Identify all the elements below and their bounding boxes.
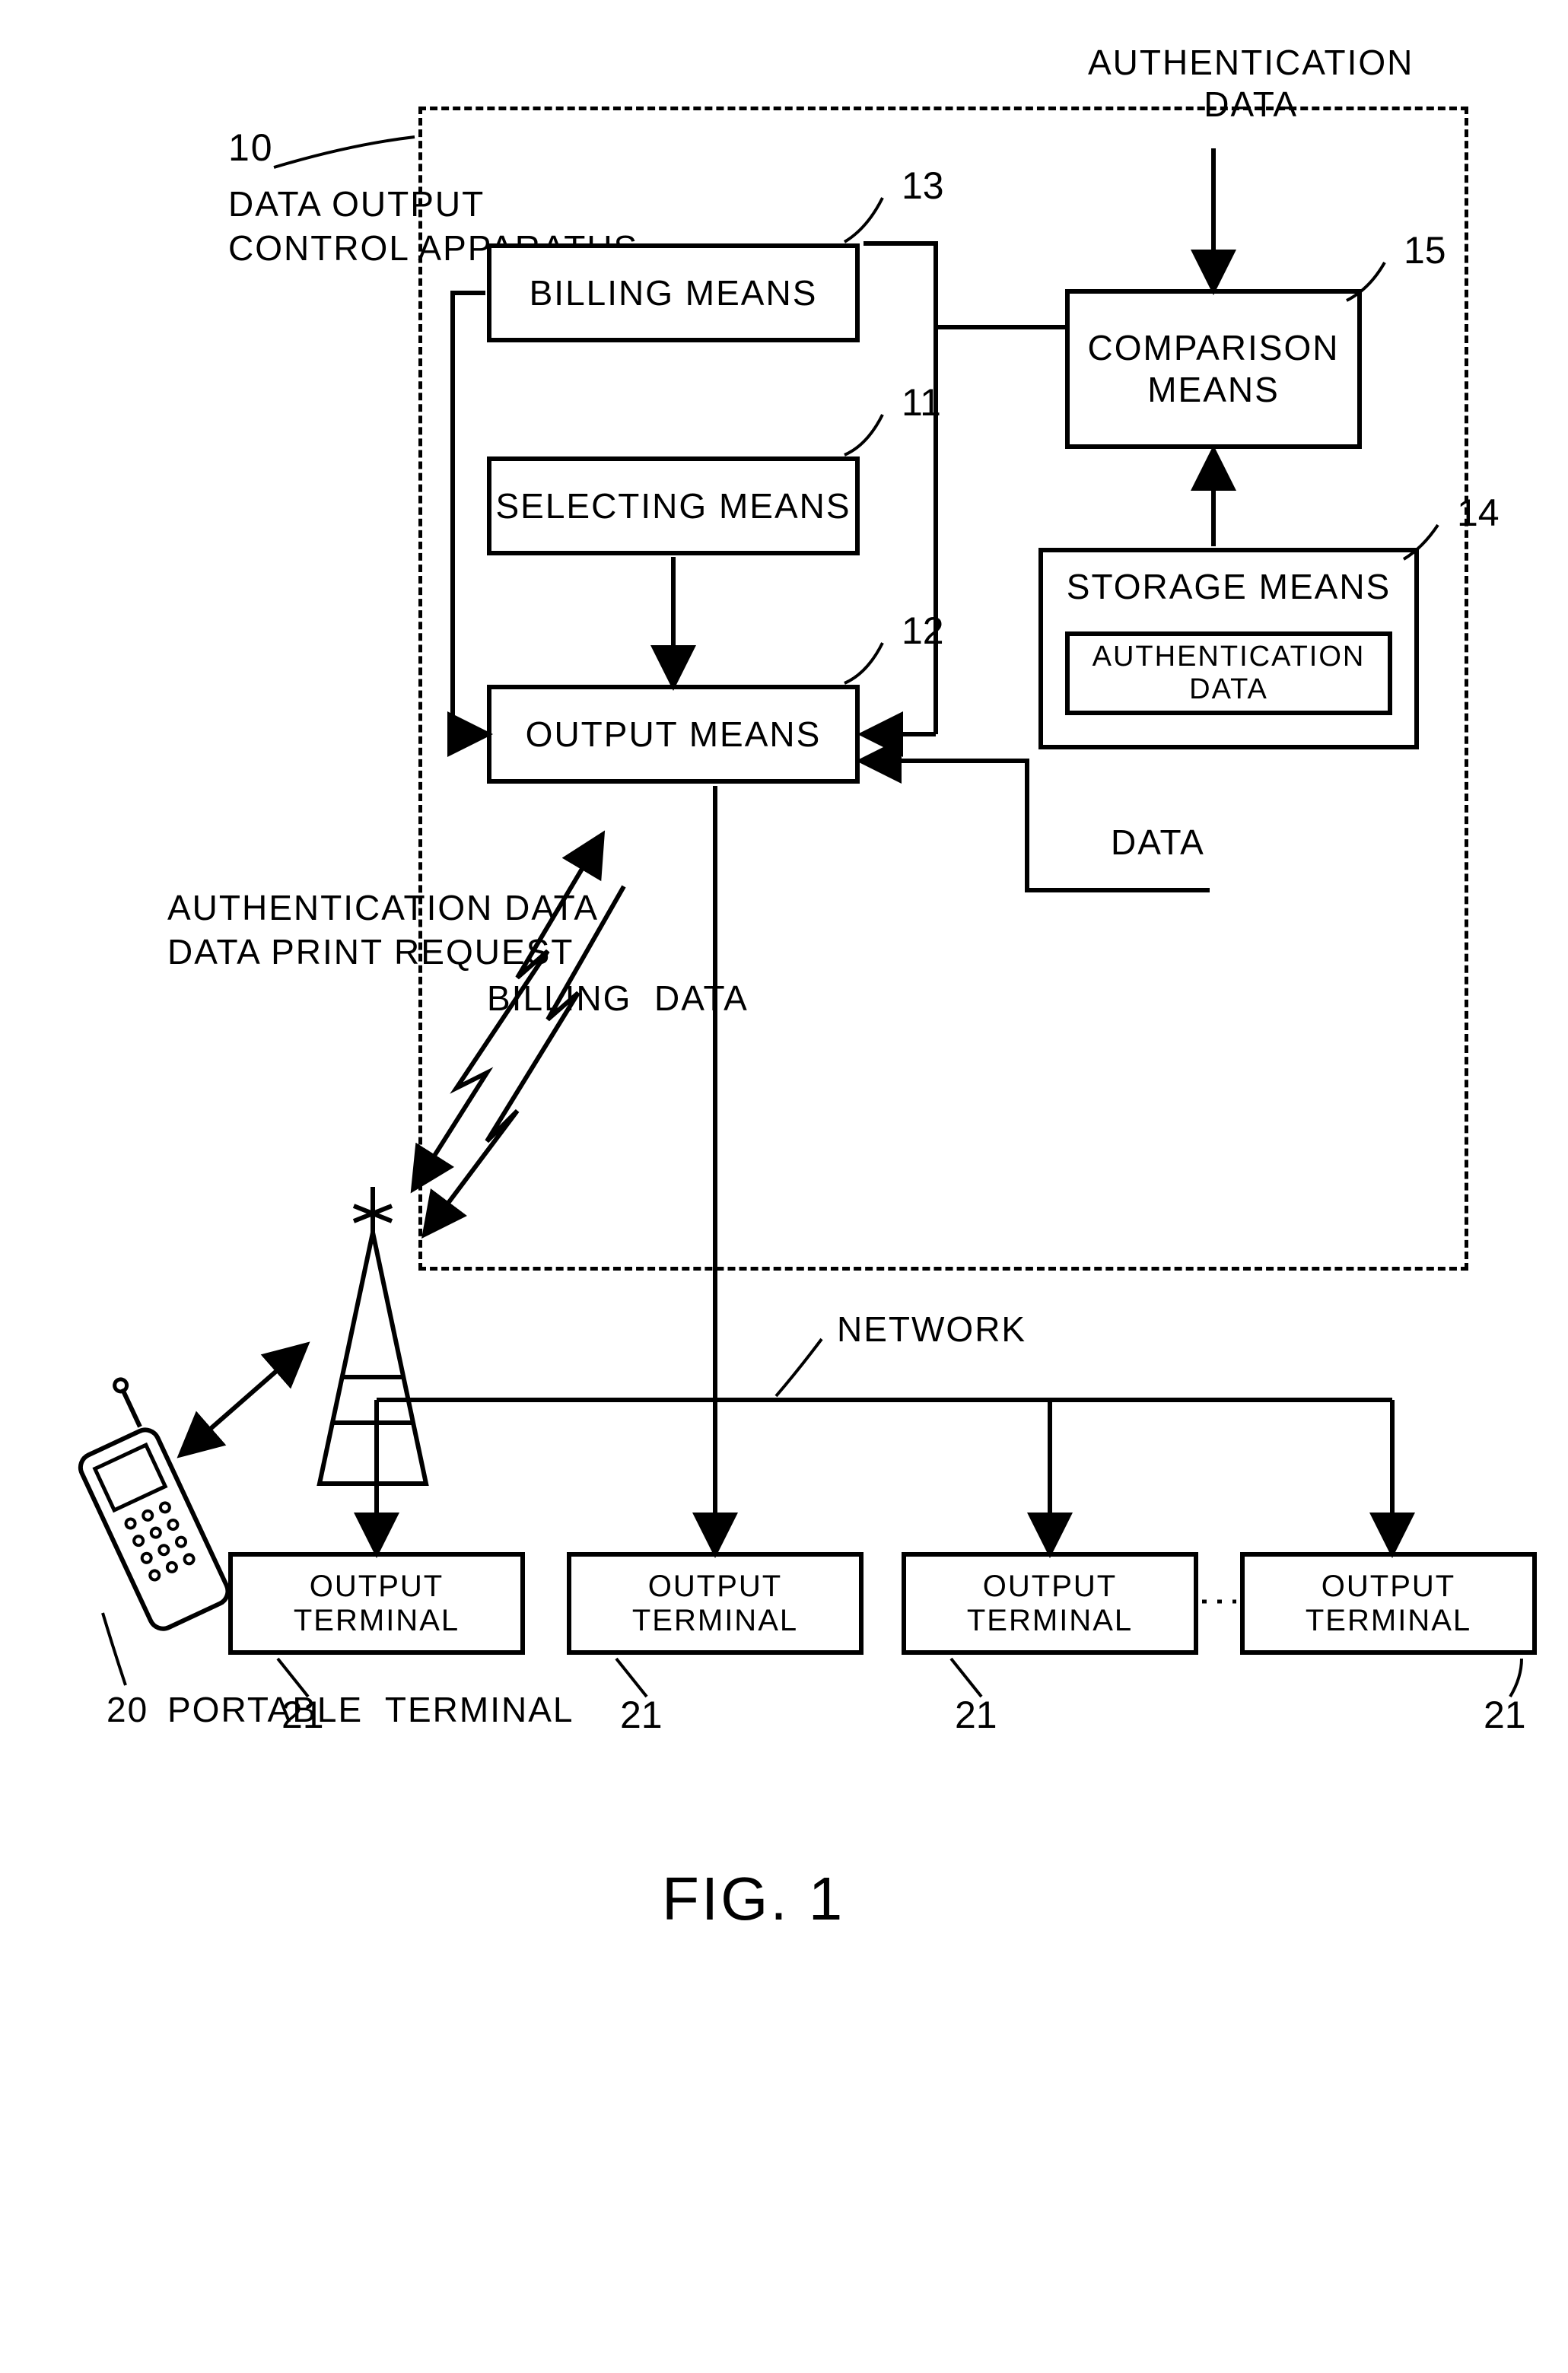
output-terminal-3: OUTPUT TERMINAL [902, 1552, 1198, 1655]
network-label: NETWORK [837, 1309, 1026, 1350]
terminal-3-ref: 21 [955, 1693, 997, 1737]
output-terminal-2: OUTPUT TERMINAL [567, 1552, 864, 1655]
output-means-label: OUTPUT MEANS [526, 714, 822, 755]
selecting-means-box: SELECTING MEANS [487, 456, 860, 555]
billing-data-label: BILLING DATA [487, 978, 749, 1019]
comparison-ref: 15 [1404, 228, 1446, 272]
billing-means-box: BILLING MEANS [487, 243, 860, 342]
output-ref: 12 [902, 609, 944, 653]
portable-ref-label: 20 [107, 1689, 148, 1730]
storage-ref: 14 [1457, 491, 1500, 535]
phone-signal-label: AUTHENTICATION DATA DATA PRINT REQUEST [167, 886, 599, 974]
output-terminal-1-label: OUTPUT TERMINAL [233, 1570, 520, 1638]
data-in-label: DATA [1111, 822, 1205, 863]
portable-name-label: PORTABLE TERMINAL [167, 1689, 574, 1730]
terminal-2-ref: 21 [620, 1693, 663, 1737]
selecting-ref: 11 [902, 380, 941, 425]
antenna-icon [320, 1187, 426, 1484]
output-means-box: OUTPUT MEANS [487, 685, 860, 784]
output-terminal-3-label: OUTPUT TERMINAL [906, 1570, 1194, 1638]
comparison-means-box: COMPARISON MEANS [1065, 289, 1362, 449]
output-terminal-4-label: OUTPUT TERMINAL [1245, 1570, 1532, 1638]
billing-means-label: BILLING MEANS [530, 272, 818, 313]
diagram-canvas: 10 DATA OUTPUT CONTROL APPARATUS BILLING… [0, 0, 1568, 2373]
auth-data-inner-box: AUTHENTICATION DATA [1065, 631, 1392, 715]
output-terminal-1: OUTPUT TERMINAL [228, 1552, 525, 1655]
output-terminal-2-label: OUTPUT TERMINAL [571, 1570, 859, 1638]
selecting-means-label: SELECTING MEANS [495, 485, 851, 526]
terminal-4-ref: 21 [1484, 1693, 1526, 1737]
auth-in-label: AUTHENTICATION DATA [1088, 42, 1414, 126]
output-terminal-4: OUTPUT TERMINAL [1240, 1552, 1537, 1655]
comparison-means-label: COMPARISON MEANS [1070, 327, 1357, 411]
mobile-phone-icon [52, 1375, 232, 1633]
figure-label: FIG. 1 [662, 1864, 844, 1934]
auth-data-inner-label: AUTHENTICATION DATA [1070, 641, 1388, 706]
apparatus-ref-label: 10 [228, 126, 274, 170]
storage-means-label: STORAGE MEANS [1067, 566, 1391, 607]
billing-ref: 13 [902, 164, 944, 208]
